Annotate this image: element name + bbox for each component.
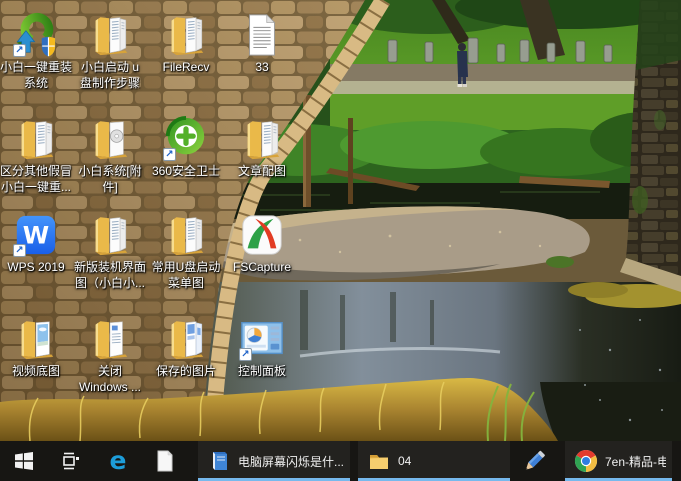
fscapture-icon	[239, 212, 285, 258]
wps-icon: W↗	[13, 212, 59, 258]
desktop-icon-new-install-ui-folder[interactable]: 新版装机界面 图（小白小...	[74, 212, 146, 291]
taskbar: e 电脑屏幕闪烁是什... 04 7en-精品-电脑	[0, 441, 681, 481]
xiaobai-icon: ↗	[13, 12, 59, 58]
desktop-icon-saved-pictures-folder[interactable]: 保存的图片	[150, 316, 222, 379]
taskbar-button-label: 7en-精品-电脑	[605, 453, 666, 470]
window-button-folder-04[interactable]: 04	[358, 441, 510, 481]
desktop-icon-label: FSCapture	[226, 259, 298, 275]
folder-small-icon	[367, 449, 391, 473]
window-button-chrome-7en[interactable]: 7en-精品-电脑	[565, 441, 672, 481]
shortcut-arrow-icon: ↗	[13, 244, 26, 257]
folder-docs-icon	[163, 12, 209, 58]
window-button-screen-flicker[interactable]: 电脑屏幕闪烁是什...	[198, 441, 350, 481]
start-button[interactable]	[0, 441, 47, 481]
notepad-icon	[154, 449, 176, 473]
desktop-icon-label: WPS 2019	[0, 259, 72, 275]
desktop-icon-fscapture[interactable]: FSCapture	[226, 212, 298, 275]
svg-text:e: e	[109, 448, 126, 474]
desktop-icon-label: 常用U盘启动 菜单图	[150, 259, 222, 291]
edge-icon: e	[105, 448, 131, 474]
chrome-icon	[574, 449, 598, 473]
desktop-icon-xiaobai-usb-steps-folder[interactable]: 小白启动 u 盘制作步骤	[74, 12, 146, 91]
desktop-icon-360-safeguard[interactable]: ↗ 360安全卫士	[150, 116, 222, 179]
folder-docs-icon	[87, 212, 133, 258]
desktop-icon-article-images-folder[interactable]: 文章配图	[226, 116, 298, 179]
task-view-button[interactable]	[47, 441, 94, 481]
pencil-tool-button[interactable]	[510, 441, 557, 481]
folder-docs-icon	[87, 12, 133, 58]
folder-doc-blue-icon	[87, 316, 133, 362]
folder-docs-icon	[163, 212, 209, 258]
desktop-icon-label: 33	[226, 59, 298, 75]
desktop-icon-label: 关闭 Windows ...	[74, 363, 146, 395]
shortcut-arrow-icon: ↗	[239, 348, 252, 361]
desktop-icon-label: 视频底图	[0, 363, 72, 379]
pencil-icon	[521, 448, 547, 474]
desktop-icon-text-file-33[interactable]: 33	[226, 12, 298, 75]
control-panel-icon: ↗	[239, 316, 285, 362]
safe360-icon: ↗	[163, 116, 209, 162]
desktop-icon-control-panel[interactable]: ↗ 控制面板	[226, 316, 298, 379]
desktop-icon-grid: ↗ 小白一键重装 系统小白启动 u 盘制作步骤FileRecv33 区分其他假冒 小…	[0, 0, 681, 441]
desktop-icon-label: 小白系统[附 件]	[74, 163, 146, 195]
shortcut-arrow-icon: ↗	[13, 44, 26, 57]
desktop-icon-xiaobai-onekey-reinstall[interactable]: ↗ 小白一键重装 系统	[0, 12, 72, 91]
desktop-icon-label: 360安全卫士	[150, 163, 222, 179]
book-icon	[207, 449, 231, 473]
task-view-icon	[59, 449, 83, 473]
desktop-icon-close-windows-folder[interactable]: 关闭 Windows ...	[74, 316, 146, 395]
edge-button[interactable]: e	[94, 441, 141, 481]
desktop-icon-label: 控制面板	[226, 363, 298, 379]
desktop-icon-label: 新版装机界面 图（小白小...	[74, 259, 146, 291]
desktop-icon-label: 小白一键重装 系统	[0, 59, 72, 91]
text-doc-icon	[239, 12, 285, 58]
desktop-icon-label: 保存的图片	[150, 363, 222, 379]
desktop-icon-label: FileRecv	[150, 59, 222, 75]
desktop-icon-label: 小白启动 u 盘制作步骤	[74, 59, 146, 91]
folder-image-icon	[13, 316, 59, 362]
folder-docs-icon	[239, 116, 285, 162]
desktop-icon-usb-boot-menu-folder[interactable]: 常用U盘启动 菜单图	[150, 212, 222, 291]
desktop-icon-filerecv-folder[interactable]: FileRecv	[150, 12, 222, 75]
folder-disc-icon	[87, 116, 133, 162]
desktop-icon-distinguish-fake-xiaobai-folder[interactable]: 区分其他假冒 小白一键重...	[0, 116, 72, 195]
desktop-icon-label: 文章配图	[226, 163, 298, 179]
taskbar-button-label: 04	[398, 454, 411, 468]
folder-image-blue-icon	[163, 316, 209, 362]
desktop-icon-label: 区分其他假冒 小白一键重...	[0, 163, 72, 195]
desktop-icon-xiaobai-system-attachment-folder[interactable]: 小白系统[附 件]	[74, 116, 146, 195]
start-icon	[13, 450, 35, 472]
windows-desktop: ↗ 小白一键重装 系统小白启动 u 盘制作步骤FileRecv33 区分其他假冒 小…	[0, 0, 681, 481]
svg-text:W: W	[23, 222, 49, 250]
desktop-icon-video-background-folder[interactable]: 视频底图	[0, 316, 72, 379]
desktop-icon-wps-2019[interactable]: W↗WPS 2019	[0, 212, 72, 275]
folder-docs-icon	[13, 116, 59, 162]
notepad-button[interactable]	[141, 441, 188, 481]
taskbar-button-label: 电脑屏幕闪烁是什...	[238, 453, 344, 470]
shortcut-arrow-icon: ↗	[163, 148, 176, 161]
